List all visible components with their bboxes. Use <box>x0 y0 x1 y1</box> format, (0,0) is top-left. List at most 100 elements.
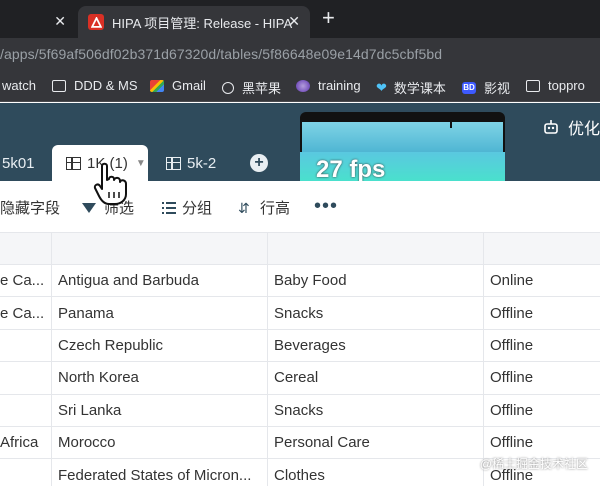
table-cell[interactable] <box>0 459 52 486</box>
table-cell[interactable]: Offline <box>484 330 600 361</box>
row-height-label: 行高 <box>260 200 291 217</box>
hide-fields-label: 隐藏字段 <box>0 200 61 217</box>
browser-tab-active[interactable]: HIPA 项目管理: Release - HIPA ✕ <box>78 6 310 38</box>
table-row[interactable]: Sri Lanka Snacks Offline <box>0 394 600 427</box>
table-cell[interactable]: Beverages <box>268 329 484 362</box>
bookmark-label: 数学课本 <box>393 81 446 96</box>
table-cell[interactable]: Clothes <box>268 459 484 486</box>
hand-cursor-icon <box>93 162 127 205</box>
table-cell[interactable]: Offline <box>484 395 600 426</box>
table-cell[interactable]: e Ca... <box>0 265 52 297</box>
table-cell[interactable] <box>0 394 52 426</box>
gmail-icon <box>150 79 164 92</box>
bookmark-toppro[interactable]: toppro <box>526 78 585 93</box>
url-text[interactable]: /apps/5f69af506df02b371d67320d/tables/5f… <box>0 46 442 62</box>
close-icon[interactable]: ✕ <box>54 13 66 30</box>
list-icon <box>162 201 176 214</box>
bookmark-label: Gmail <box>172 78 206 93</box>
tab-label: 5k-2 <box>187 154 217 172</box>
bookmark-movies[interactable]: BD 影视 <box>462 78 510 97</box>
row-height-icon: ⇵ <box>238 199 250 216</box>
table-cell[interactable]: Online <box>484 265 600 296</box>
bookmark-label: 影视 <box>484 81 511 96</box>
bookmark-label: watch <box>2 78 36 93</box>
view-toolbar: 隐藏字段 筛选 分组 ⇵ 行高 ••• <box>0 181 600 233</box>
bookmark-math-textbook[interactable]: ❤ 数学课本 <box>376 78 446 97</box>
table-cell[interactable]: Federated States of Micron... <box>52 459 268 486</box>
bookmark-label: 黑苹果 <box>242 81 282 96</box>
add-view-button[interactable]: + <box>250 154 268 172</box>
fps-label: 27 fps <box>316 156 386 183</box>
close-icon[interactable]: ✕ <box>288 13 300 30</box>
address-bar[interactable]: /apps/5f69af506df02b371d67320d/tables/5f… <box>0 38 600 70</box>
folder-icon <box>526 79 540 92</box>
bookmarks-bar: watch DDD & MS Gmail 黑苹果 training ❤ 数学课本… <box>0 70 600 102</box>
table-cell[interactable]: Baby Food <box>268 265 484 297</box>
fps-meter: 27 fps <box>300 112 505 188</box>
bookmark-ddd-ms[interactable]: DDD & MS <box>52 78 138 93</box>
table-cell[interactable]: Offline <box>484 362 600 393</box>
bookmark-label: DDD & MS <box>74 78 138 93</box>
fps-graph <box>302 122 503 152</box>
table-cell[interactable]: Offline <box>484 427 600 458</box>
table-row[interactable]: Czech Republic Beverages Offline <box>0 329 600 363</box>
table-cell[interactable] <box>0 362 52 394</box>
table-cell[interactable]: Sri Lanka <box>52 394 268 426</box>
browser-tab-strip: ✕ HIPA 项目管理: Release - HIPA ✕ + <box>0 0 600 38</box>
bookmark-label: training <box>318 78 361 93</box>
more-options-button[interactable]: ••• <box>314 195 338 218</box>
column-header[interactable] <box>268 233 484 264</box>
grid-view-icon <box>66 156 81 170</box>
column-header[interactable] <box>484 233 600 264</box>
fps-graph-marker <box>450 122 452 128</box>
table-cell[interactable] <box>0 329 52 362</box>
heart-icon: ❤ <box>376 79 387 95</box>
table-row[interactable]: North Korea Cereal Offline <box>0 362 600 395</box>
apple-icon <box>222 81 234 94</box>
table-cell[interactable]: Czech Republic <box>52 329 268 362</box>
robot-icon <box>544 120 558 134</box>
chevron-down-icon[interactable]: ▼ <box>136 158 146 169</box>
data-grid: e Ca... Antigua and Barbuda Baby Food Onlin… <box>0 233 600 486</box>
table-cell[interactable]: Snacks <box>268 394 484 426</box>
training-icon <box>296 79 310 92</box>
table-cell[interactable]: Snacks <box>268 297 484 329</box>
column-header[interactable] <box>52 233 268 264</box>
folder-icon <box>52 79 66 92</box>
browser-tab-title: HIPA 项目管理: Release - HIPA <box>112 15 293 31</box>
grid-view-icon <box>166 156 181 170</box>
bookmark-gmail[interactable]: Gmail <box>150 78 206 93</box>
table-cell[interactable]: North Korea <box>52 362 268 394</box>
tab-5k-2[interactable]: 5k-2 <box>166 145 216 181</box>
group-label: 分组 <box>182 200 213 217</box>
bookmark-training[interactable]: training <box>296 78 361 93</box>
optimize-button[interactable]: 优化 <box>542 115 600 139</box>
table-row[interactable]: e Ca... Antigua and Barbuda Baby Food Onlin… <box>0 265 600 298</box>
table-cell[interactable]: Cereal <box>268 362 484 394</box>
table-body: e Ca... Antigua and Barbuda Baby Food Onlin… <box>0 265 600 486</box>
bookmark-label: toppro <box>548 78 585 93</box>
table-cell[interactable]: Morocco <box>52 426 268 459</box>
new-tab-button[interactable]: + <box>322 7 335 29</box>
table-row[interactable]: e Ca... Panama Snacks Offline <box>0 297 600 330</box>
table-cell[interactable]: Antigua and Barbuda <box>52 265 268 297</box>
table-cell[interactable]: Personal Care <box>268 426 484 459</box>
group-button[interactable]: 分组 <box>162 197 212 218</box>
table-cell[interactable]: Africa <box>0 426 52 459</box>
table-cell[interactable]: e Ca... <box>0 297 52 329</box>
optimize-label: 优化 <box>567 121 600 138</box>
row-height-button[interactable]: ⇵ 行高 <box>238 197 290 218</box>
column-header[interactable] <box>0 233 52 264</box>
table-cell[interactable]: Offline <box>484 297 600 328</box>
bookmark-hackintosh[interactable]: 黑苹果 <box>222 78 281 97</box>
browser-tab-previous[interactable]: ✕ <box>0 6 80 38</box>
watermark: @稀土掘金技术社区 <box>479 457 588 471</box>
table-header-row <box>0 233 600 265</box>
hide-fields-button[interactable]: 隐藏字段 <box>0 197 60 218</box>
bd-icon: BD <box>462 81 476 94</box>
tab-label: 5k01 <box>2 154 35 172</box>
table-cell[interactable]: Panama <box>52 297 268 329</box>
hipa-favicon-icon <box>88 14 104 30</box>
bookmark-watch[interactable]: watch <box>2 78 36 93</box>
tab-5k01[interactable]: 5k01 <box>2 145 35 181</box>
